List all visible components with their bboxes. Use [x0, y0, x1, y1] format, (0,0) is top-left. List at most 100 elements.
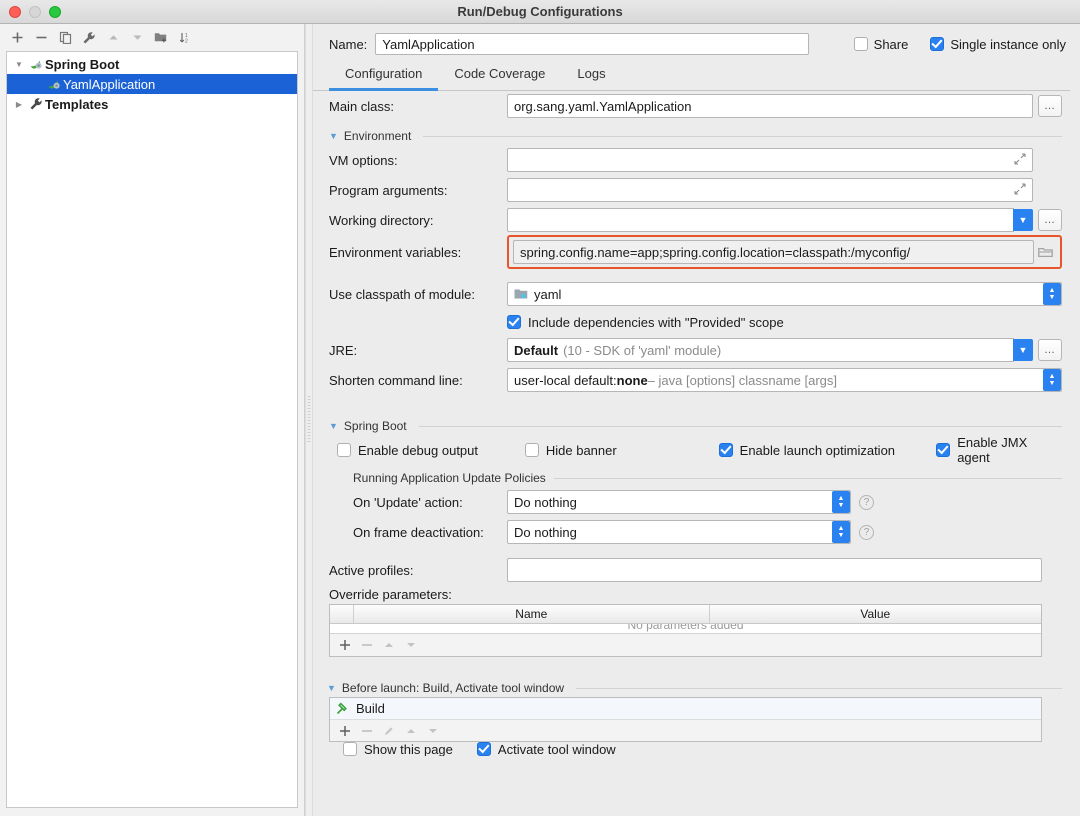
activate-tool-window-checkbox[interactable]: Activate tool window: [476, 742, 616, 756]
enable-launch-optimization-label: Enable launch optimization: [739, 442, 896, 458]
folder-icon[interactable]: [1034, 246, 1056, 259]
environment-variables-input[interactable]: spring.config.name=app;spring.config.loc…: [513, 240, 1034, 264]
active-profiles-input[interactable]: [507, 558, 1042, 582]
share-checkbox-box[interactable]: [853, 37, 868, 51]
chevron-down-icon[interactable]: ▼: [329, 421, 338, 431]
tree-item-templates[interactable]: ▶ Templates: [7, 94, 297, 114]
program-arguments-input[interactable]: [507, 178, 1033, 202]
tree-item-yamlapplication[interactable]: YamlApplication: [7, 74, 297, 94]
classpath-module-combobox[interactable]: yaml ▲ ▼: [507, 282, 1062, 306]
activate-tool-window-checkbox-box[interactable]: [476, 742, 491, 756]
pencil-icon[interactable]: [381, 725, 397, 737]
spring-boot-section-header[interactable]: ▼ Spring Boot: [329, 419, 1062, 433]
shorten-value-hint: – java [options] classname [args]: [647, 372, 838, 388]
add-task-button[interactable]: [337, 725, 353, 737]
zoom-button[interactable]: [49, 5, 61, 18]
share-checkbox[interactable]: Share: [853, 37, 908, 52]
on-update-action-value: Do nothing: [514, 494, 577, 510]
move-parameter-up-button[interactable]: [381, 639, 397, 651]
remove-configuration-button[interactable]: [30, 28, 52, 48]
table-header-value[interactable]: Value: [710, 605, 1041, 623]
tab-code-coverage[interactable]: Code Coverage: [438, 62, 561, 91]
add-parameter-button[interactable]: [337, 639, 353, 651]
working-directory-dropdown-button[interactable]: ▼: [1013, 209, 1033, 231]
enable-jmx-agent-checkbox[interactable]: Enable JMX agent: [936, 435, 1062, 465]
run-debug-configurations-dialog: Run/Debug Configurations 1 2 ▼ Spring Bo…: [0, 0, 1080, 816]
chevron-down-icon[interactable]: ▼: [329, 131, 338, 141]
close-button[interactable]: [9, 5, 21, 18]
activate-tool-window-label: Activate tool window: [497, 742, 616, 756]
jre-dropdown-button[interactable]: ▼: [1013, 339, 1033, 361]
vertical-scrollbar[interactable]: [1068, 91, 1078, 816]
shorten-command-line-combobox[interactable]: user-local default: none – java [options…: [507, 368, 1062, 392]
enable-launch-optimization-checkbox-box[interactable]: [718, 443, 733, 457]
on-update-action-label: On 'Update' action:: [353, 494, 463, 510]
copy-icon[interactable]: [54, 28, 76, 48]
on-update-stepper-icon[interactable]: ▲ ▼: [832, 491, 850, 513]
remove-parameter-button[interactable]: [359, 639, 375, 651]
jre-label: JRE:: [329, 342, 358, 358]
hide-banner-checkbox[interactable]: Hide banner: [524, 442, 719, 458]
hide-banner-checkbox-box[interactable]: [524, 443, 539, 457]
move-task-down-button[interactable]: [425, 725, 441, 737]
override-parameters-table[interactable]: Name Value No parameters added: [329, 604, 1042, 657]
collapse-twisty-icon[interactable]: ▶: [11, 100, 27, 109]
enable-debug-output-checkbox[interactable]: Enable debug output: [337, 443, 525, 458]
jre-browse-button[interactable]: …: [1038, 339, 1062, 361]
configurations-tree[interactable]: ▼ Spring Boot YamlApplication ▶ Template…: [6, 51, 298, 808]
tab-logs[interactable]: Logs: [561, 62, 621, 91]
before-launch-section-header[interactable]: ▼ Before launch: Build, Activate tool wi…: [327, 681, 1062, 695]
move-parameter-down-button[interactable]: [403, 639, 419, 651]
wrench-icon[interactable]: [78, 28, 100, 48]
working-directory-browse-button[interactable]: …: [1038, 209, 1062, 231]
classpath-module-row: Use classpath of module: yaml ▲ ▼: [329, 279, 1062, 309]
before-launch-list[interactable]: Build: [329, 697, 1042, 742]
expand-twisty-icon[interactable]: ▼: [11, 60, 27, 69]
on-frame-deactivation-combobox[interactable]: Do nothing ▲ ▼: [507, 520, 851, 544]
environment-section-header[interactable]: ▼ Environment: [329, 129, 1062, 143]
folder-add-icon[interactable]: [150, 28, 172, 48]
hide-banner-label: Hide banner: [545, 442, 617, 458]
classpath-stepper-icon[interactable]: ▲ ▼: [1043, 283, 1061, 305]
main-class-label: Main class:: [329, 98, 395, 114]
shorten-stepper-icon[interactable]: ▲ ▼: [1043, 369, 1061, 391]
single-instance-checkbox-box[interactable]: [930, 37, 945, 51]
main-class-browse-button[interactable]: …: [1038, 95, 1062, 117]
vm-options-input[interactable]: [507, 148, 1033, 172]
on-update-action-combobox[interactable]: Do nothing ▲ ▼: [507, 490, 851, 514]
on-frame-stepper-icon[interactable]: ▲ ▼: [832, 521, 850, 543]
jre-input[interactable]: Default (10 - SDK of 'yaml' module): [507, 338, 1014, 362]
enable-debug-output-checkbox-box[interactable]: [337, 443, 351, 457]
include-provided-checkbox-box[interactable]: [507, 315, 521, 329]
enable-launch-optimization-checkbox[interactable]: Enable launch optimization: [718, 442, 937, 458]
name-input[interactable]: YamlApplication: [375, 33, 810, 55]
help-icon[interactable]: ?: [859, 524, 874, 540]
tree-item-spring-boot[interactable]: ▼ Spring Boot: [7, 54, 297, 74]
show-this-page-checkbox[interactable]: Show this page: [343, 742, 453, 756]
add-configuration-button[interactable]: [6, 28, 28, 48]
minimize-button[interactable]: [29, 5, 41, 18]
table-header-name[interactable]: Name: [354, 605, 710, 623]
before-launch-item-build[interactable]: Build: [330, 698, 1041, 719]
help-icon[interactable]: ?: [859, 494, 874, 510]
working-directory-input[interactable]: [507, 208, 1014, 232]
move-task-up-button[interactable]: [403, 725, 419, 737]
classpath-module-label: Use classpath of module:: [329, 286, 475, 302]
enable-jmx-agent-checkbox-box[interactable]: [936, 443, 951, 457]
shorten-command-line-label: Shorten command line:: [329, 372, 463, 388]
main-class-input[interactable]: org.sang.yaml.YamlApplication: [507, 94, 1033, 118]
include-provided-checkbox[interactable]: Include dependencies with "Provided" sco…: [507, 315, 784, 330]
show-this-page-checkbox-box[interactable]: [343, 742, 357, 756]
panel-splitter[interactable]: [305, 24, 313, 816]
tab-configuration[interactable]: Configuration: [329, 62, 439, 91]
tree-item-label: Templates: [45, 96, 109, 112]
remove-task-button[interactable]: [359, 725, 375, 737]
single-instance-checkbox[interactable]: Single instance only: [930, 37, 1066, 52]
sort-icon[interactable]: 12: [174, 28, 196, 48]
triangle-down-icon[interactable]: [126, 28, 148, 48]
expand-editor-icon[interactable]: [1010, 182, 1026, 198]
triangle-up-icon[interactable]: [102, 28, 124, 48]
chevron-down-icon[interactable]: ▼: [327, 683, 336, 693]
window-title: Run/Debug Configurations: [457, 4, 623, 19]
expand-editor-icon[interactable]: [1010, 152, 1026, 168]
